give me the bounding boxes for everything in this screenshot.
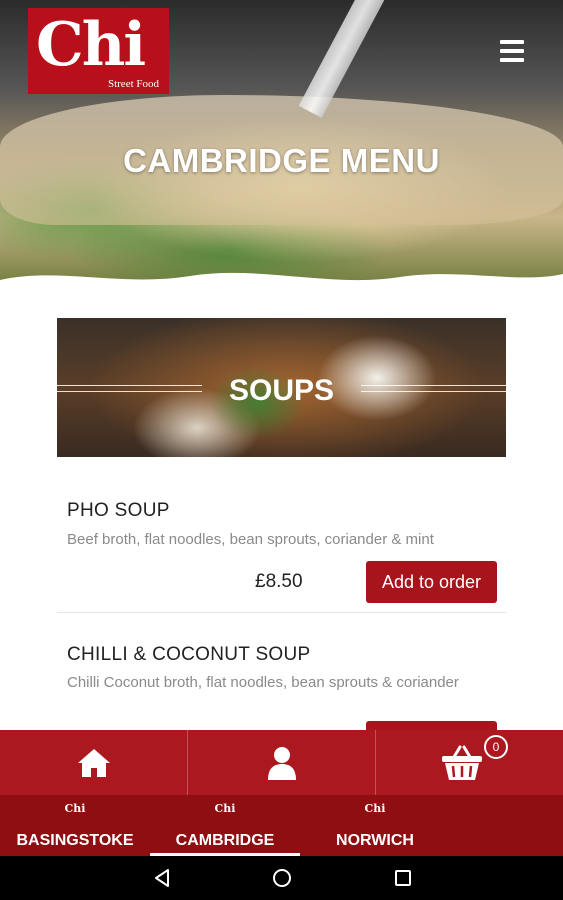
system-navigation-bar bbox=[0, 856, 563, 900]
item-name: PHO SOUP bbox=[67, 500, 170, 521]
logo-subtitle: Street Food bbox=[107, 78, 159, 90]
basket-count-badge: 0 bbox=[484, 735, 508, 759]
tab-logo: Chi bbox=[214, 802, 236, 815]
tab-basingstoke[interactable]: Chi BASINGSTOKE bbox=[0, 795, 150, 856]
item-price: £8.50 bbox=[255, 571, 303, 592]
page-title: CAMBRIDGE MENU bbox=[123, 142, 440, 179]
section-title: SOUPS bbox=[228, 374, 335, 407]
home-circle-icon[interactable] bbox=[272, 868, 292, 888]
tab-label: BASINGSTOKE bbox=[16, 832, 134, 849]
item-divider bbox=[57, 612, 506, 613]
bottom-action-bar: 0 bbox=[0, 730, 563, 795]
item-description: Beef broth, flat noodles, bean sprouts, … bbox=[67, 531, 434, 548]
logo-text: Chi bbox=[36, 10, 146, 80]
tab-label: CAMBRIDGE bbox=[175, 832, 275, 849]
menu-item: PHO SOUP Beef broth, flat noodles, bean … bbox=[57, 498, 506, 612]
hamburger-menu-icon[interactable] bbox=[500, 40, 524, 62]
tab-logo: Chi bbox=[364, 802, 386, 815]
hero-banner: Chi Street Food CAMBRIDGE MENU bbox=[0, 0, 563, 290]
home-button[interactable] bbox=[0, 730, 188, 795]
tab-norwich[interactable]: Chi NORWICH bbox=[300, 795, 450, 856]
user-icon bbox=[267, 746, 296, 780]
recents-icon[interactable] bbox=[393, 868, 413, 888]
item-description: Chilli Coconut broth, flat noodles, bean… bbox=[67, 674, 459, 691]
home-icon bbox=[77, 748, 110, 777]
item-name: CHILLI & COCONUT SOUP bbox=[67, 644, 311, 665]
basket-icon bbox=[442, 745, 483, 780]
tab-label: NORWICH bbox=[336, 832, 414, 849]
section-banner-soups: SOUPS bbox=[57, 318, 506, 457]
menu-item: CHILLI & COCONUT SOUP Chilli Coconut bro… bbox=[57, 642, 506, 763]
basket-button[interactable]: 0 bbox=[376, 730, 563, 795]
tab-cambridge[interactable]: Chi CAMBRIDGE bbox=[150, 795, 300, 856]
tab-logo: Chi bbox=[64, 802, 86, 815]
location-tabs: Chi BASINGSTOKE Chi CAMBRIDGE Chi NORWIC… bbox=[0, 795, 563, 856]
brand-logo[interactable]: Chi Street Food bbox=[28, 8, 169, 94]
back-icon[interactable] bbox=[152, 868, 172, 888]
add-to-order-button[interactable]: Add to order bbox=[366, 561, 497, 603]
account-button[interactable] bbox=[188, 730, 376, 795]
wave-divider bbox=[0, 272, 563, 290]
